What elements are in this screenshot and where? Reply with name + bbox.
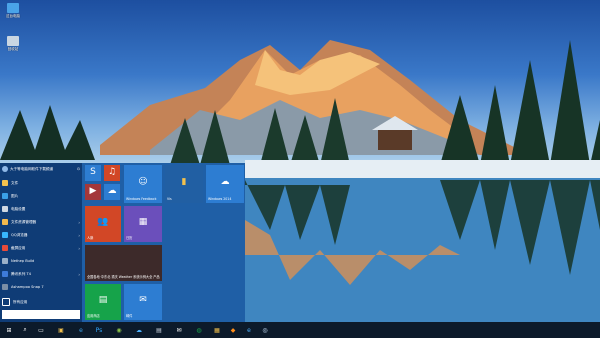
snip-icon (2, 245, 8, 251)
tile-label: 应用商店 (87, 314, 100, 319)
taskbar: ⊞ ⌕ ▭ ▣ e Ps ◉ ☁ ▤ ✉ ◍ ▦ ◆ e ◎ (0, 322, 600, 338)
menu-item-all-apps[interactable]: 所有应用 (2, 298, 80, 306)
tile-calendar[interactable]: ▦ 日历 (124, 206, 162, 242)
menu-item-pictures[interactable]: 图片 (2, 192, 80, 200)
tile-folder[interactable]: ▮ Vis (165, 165, 203, 203)
pictures-icon (2, 193, 8, 199)
desktop-icon-label: 回收站 (7, 47, 19, 51)
apps-icon (2, 298, 10, 306)
tile-label: Windows 2014 (208, 197, 232, 202)
calendar-icon: ▦ (138, 217, 148, 228)
desktop-icon-recycle-bin[interactable]: 回收站 (0, 36, 26, 51)
menu-item-label: 文件 (11, 180, 19, 185)
snap-icon (2, 284, 8, 290)
menu-item-label: 图片 (11, 193, 19, 198)
tencent-icon (2, 271, 8, 277)
ie-icon[interactable]: e (242, 324, 256, 336)
green-icon[interactable]: ◍ (192, 324, 206, 336)
photoshop-icon[interactable]: Ps (92, 324, 106, 336)
mail-icon[interactable]: ✉ (172, 324, 186, 336)
windows-start-icon[interactable]: ⊞ (2, 324, 16, 336)
start-menu-left-column: 大于等电脑网软件下载频道 ⏻ 文件 图片 电脑设置 文件资源管理器 › QQ浏览… (0, 163, 82, 322)
menu-item-label: Nethep Build (11, 259, 35, 263)
menu-item-tencent[interactable]: 腾讯系列 T4 › (2, 270, 80, 278)
feedback-icon: ☺ (138, 177, 148, 188)
tile-label: 人脉 (87, 236, 94, 241)
menu-item-snip[interactable]: 截屏应用 › (2, 244, 80, 252)
tile-label: 邮件 (126, 314, 133, 319)
menu-item-explorer[interactable]: 文件资源管理器 › (2, 218, 80, 226)
tile-people[interactable]: 👥 人脉 (85, 206, 121, 242)
globe-icon[interactable]: ◎ (258, 324, 272, 336)
start-menu: 大于等电脑网软件下载频道 ⏻ 文件 图片 电脑设置 文件资源管理器 › QQ浏览… (0, 163, 245, 322)
folder-tile-icon: ▮ (181, 177, 187, 188)
tile-mail[interactable]: ✉ 邮件 (124, 284, 162, 320)
tile-news[interactable]: 全国各地·中东北 重庆 Weather 系统示例大全 产品 (85, 245, 162, 281)
onedrive-icon: ☁ (107, 186, 117, 197)
avatar (2, 166, 8, 172)
tile-store[interactable]: ▤ 应用商店 (85, 284, 121, 320)
menu-item-label: 截屏应用 (11, 245, 26, 250)
tile-label: Vis (167, 197, 172, 202)
menu-item-label: 所有应用 (13, 299, 28, 304)
menu-item-settings[interactable]: 电脑设置 (2, 205, 80, 213)
people-icon: 👥 (97, 217, 109, 228)
store-icon[interactable]: ▤ (152, 324, 166, 336)
browser-icon (2, 232, 8, 238)
chevron-right-icon: › (78, 232, 80, 238)
office-icon[interactable]: ▦ (210, 324, 224, 336)
menu-item-label: 腾讯系列 T4 (11, 271, 31, 276)
desktop-icon-this-pc[interactable]: 这台电脑 (0, 3, 26, 18)
computer-icon (7, 3, 19, 13)
gear-icon (2, 206, 8, 212)
desktop-wallpaper: 这台电脑 回收站 大于等电脑网软件下载频道 ⏻ 文件 图片 电脑设置 文件资源管… (0, 0, 600, 338)
mail-icon: ✉ (139, 295, 147, 306)
music-icon: ♫ (107, 167, 117, 178)
explorer-icon[interactable]: ▣ (54, 324, 68, 336)
tile-windows-2014[interactable]: ☁ Windows 2014 (206, 165, 244, 203)
menu-item-qq-browser[interactable]: QQ浏览器 › (2, 231, 80, 239)
chat-icon[interactable]: ◉ (112, 324, 126, 336)
menu-item-label: 文件资源管理器 (11, 219, 37, 224)
skype-icon: S (90, 167, 96, 178)
search-icon[interactable]: ⌕ (18, 324, 32, 336)
menu-item-nethep[interactable]: Nethep Build (2, 257, 80, 265)
cloud-icon[interactable]: ☁ (132, 324, 146, 336)
chevron-right-icon: › (78, 219, 80, 225)
user-name: 大于等电脑网软件下载频道 (10, 166, 54, 171)
video-icon: ▶ (89, 186, 97, 197)
menu-item-ashampoo[interactable]: Ashampoo Snap 7 (2, 283, 80, 291)
store-icon: ▤ (98, 295, 108, 306)
tile-onedrive[interactable]: ☁ (104, 184, 120, 200)
task-view-icon[interactable]: ▭ (34, 324, 48, 336)
chevron-right-icon: › (78, 271, 80, 277)
menu-item-files[interactable]: 文件 (2, 179, 80, 187)
tile-video[interactable]: ▶ (85, 184, 101, 200)
tile-music[interactable]: ♫ (104, 165, 120, 181)
search-input[interactable] (2, 310, 80, 319)
app-icon (2, 258, 8, 264)
menu-item-label: QQ浏览器 (11, 232, 28, 237)
edge-icon[interactable]: e (74, 324, 88, 336)
tile-windows-feedback[interactable]: ☺ Windows Feedback (124, 165, 162, 203)
orange-icon[interactable]: ◆ (226, 324, 240, 336)
recycle-bin-icon (7, 36, 19, 46)
tile-label: 全国各地·中东北 重庆 Weather 系统示例大全 产品 (87, 275, 160, 280)
menu-item-label: 电脑设置 (11, 206, 26, 211)
menu-item-label: Ashampoo Snap 7 (11, 285, 44, 289)
power-icon[interactable]: ⏻ (77, 167, 80, 171)
chevron-right-icon: › (78, 245, 80, 251)
desktop-icon-label: 这台电脑 (6, 14, 20, 18)
cloud-icon: ☁ (220, 177, 230, 188)
folder-icon (2, 180, 8, 186)
user-account[interactable]: 大于等电脑网软件下载频道 ⏻ (2, 165, 80, 173)
explorer-icon (2, 219, 8, 225)
tile-label: Windows Feedback (126, 197, 157, 202)
tile-skype[interactable]: S (85, 165, 101, 181)
tile-label: 日历 (126, 236, 133, 241)
